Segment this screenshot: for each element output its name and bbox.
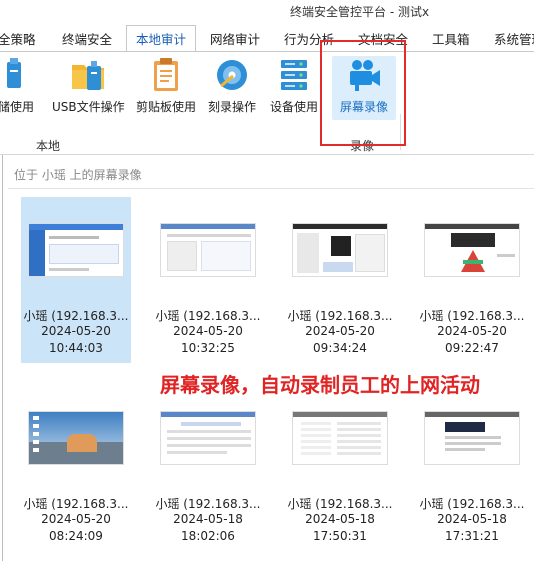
usb-folder-icon	[69, 56, 107, 94]
recording-item[interactable]: 小瑶 (192.168.3... 2024-05-20 08:24:09	[21, 385, 131, 551]
window-title: 终端安全管控平台 - 测试x	[290, 5, 430, 19]
recording-date: 2024-05-20	[41, 512, 111, 526]
device-usage-button[interactable]: 设备使用	[262, 56, 326, 116]
recording-time: 10:44:03	[49, 341, 103, 355]
ribbon-tabs: 全策略 终端安全 本地审计 网络审计 行为分析 文档安全 工具箱 系统管理	[0, 24, 534, 53]
recording-thumbnail	[292, 223, 388, 277]
recording-thumbnail	[28, 223, 124, 277]
clipboard-icon	[147, 56, 185, 94]
recording-thumbnail	[160, 411, 256, 465]
recording-date: 2024-05-20	[173, 324, 243, 338]
recording-time: 10:32:25	[181, 341, 235, 355]
recording-item[interactable]: 小瑶 (192.168.3... 2024-05-18 17:50:31	[285, 385, 395, 551]
recording-date: 2024-05-18	[437, 512, 507, 526]
recording-name: 小瑶 (192.168.3...	[419, 309, 525, 323]
recording-date: 2024-05-20	[41, 324, 111, 338]
recording-date: 2024-05-20	[305, 324, 375, 338]
panel-left-border	[2, 155, 3, 561]
recording-thumbnail	[424, 411, 520, 465]
recording-item[interactable]: 小瑶 (192.168.3... 2024-05-20 09:34:24	[285, 197, 395, 363]
clipboard-usage-label: 剪贴板使用	[135, 100, 196, 114]
clipboard-usage-button[interactable]: 剪贴板使用	[134, 56, 198, 116]
recording-item[interactable]: 小瑶 (192.168.3... 2024-05-18 17:31:21	[417, 385, 527, 551]
recording-date: 2024-05-18	[305, 512, 375, 526]
recording-name: 小瑶 (192.168.3...	[419, 497, 525, 511]
tab-local-audit[interactable]: 本地审计	[126, 25, 197, 53]
recording-time: 09:34:24	[313, 341, 367, 355]
recording-date: 2024-05-18	[173, 512, 243, 526]
recording-item[interactable]: 小瑶 (192.168.3... 2024-05-18 18:02:06	[153, 385, 263, 551]
device-usage-label: 设备使用	[269, 100, 318, 114]
recording-name: 小瑶 (192.168.3...	[287, 497, 393, 511]
recording-time: 17:50:31	[313, 529, 367, 543]
recording-thumbnail	[424, 223, 520, 277]
usb-file-operation-button[interactable]: USB文件操作	[52, 56, 125, 116]
title-bar: 终端安全管控平台 - 测试x	[0, 0, 534, 24]
breadcrumb-divider	[8, 188, 534, 189]
app-window: 终端安全管控平台 - 测试x 全策略 终端安全 本地审计 网络审计 行为分析 文…	[0, 0, 534, 561]
tab-network-audit[interactable]: 网络审计	[210, 29, 260, 48]
recording-time: 18:02:06	[181, 529, 235, 543]
tab-endpoint-security[interactable]: 终端安全	[62, 29, 112, 48]
tab-policy[interactable]: 全策略	[0, 29, 36, 48]
highlight-box	[320, 40, 406, 146]
burn-operation-button[interactable]: 刻录操作	[200, 56, 264, 116]
disc-burn-icon	[213, 56, 251, 94]
recording-time: 08:24:09	[49, 529, 103, 543]
recording-time: 17:31:21	[445, 529, 499, 543]
recording-thumbnail	[160, 223, 256, 277]
storage-usage-label: 存储使用	[0, 100, 34, 114]
recording-name: 小瑶 (192.168.3...	[155, 497, 261, 511]
device-icon	[275, 56, 313, 94]
recording-item[interactable]: 小瑶 (192.168.3... 2024-05-20 09:22:47	[417, 197, 527, 363]
ribbon: 存储使用 USB文件操作	[0, 52, 534, 154]
recording-time: 09:22:47	[445, 341, 499, 355]
recording-name: 小瑶 (192.168.3...	[23, 309, 129, 323]
group-label-local: 本地	[36, 139, 61, 153]
recording-name: 小瑶 (192.168.3...	[155, 309, 261, 323]
recording-name: 小瑶 (192.168.3...	[287, 309, 393, 323]
recording-date: 2024-05-20	[437, 324, 507, 338]
recording-item[interactable]: 小瑶 (192.168.3... 2024-05-20 10:44:03	[21, 197, 131, 363]
recording-thumbnail	[28, 411, 124, 465]
tab-toolbox[interactable]: 工具箱	[432, 29, 470, 48]
recording-thumbnail	[292, 411, 388, 465]
recording-name: 小瑶 (192.168.3...	[23, 497, 129, 511]
breadcrumb: 位于 小瑶 上的屏幕录像	[14, 168, 142, 182]
tab-system-management[interactable]: 系统管理	[494, 29, 534, 48]
recording-item[interactable]: 小瑶 (192.168.3... 2024-05-20 10:32:25	[153, 197, 263, 363]
storage-usage-button[interactable]: 存储使用	[0, 56, 42, 116]
burn-operation-label: 刻录操作	[207, 100, 256, 114]
usb-file-operation-label: USB文件操作	[52, 100, 125, 114]
storage-icon	[0, 56, 29, 94]
